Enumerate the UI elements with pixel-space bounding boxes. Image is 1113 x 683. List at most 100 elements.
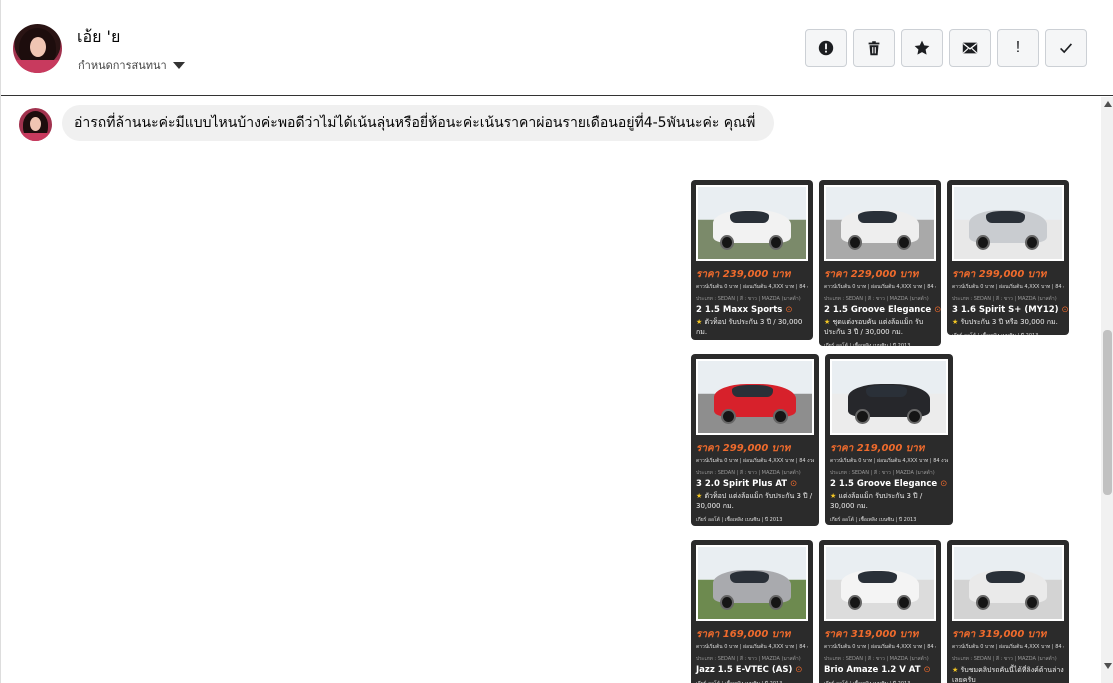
mark-unread-button[interactable]	[949, 29, 991, 67]
car-photo	[696, 545, 808, 621]
car-note: ★ ชุดแต่งรอบคัน แต่งล้อแม็ก รับประกัน 3 …	[824, 317, 936, 337]
mark-done-button[interactable]	[1045, 29, 1087, 67]
car-note-text: รับประกัน 3 ปี หรือ 30,000 กม.	[960, 318, 1058, 326]
star-icon: ★	[952, 666, 961, 674]
car-price: ราคา 299,000 บาท	[696, 443, 791, 454]
car-listing-card[interactable]: ราคา 319,000 บาทดาวน์เริ่มต้น 0 บาท | ผ่…	[819, 540, 941, 683]
star-icon: ★	[830, 492, 839, 500]
car-price: ราคา 219,000 บาท	[830, 443, 925, 454]
car-finance-terms: ดาวน์เริ่มต้น 0 บาท | ผ่อนเริ่มต้น 4,XXX…	[952, 644, 1064, 650]
car-finance-terms: ดาวน์เริ่มต้น 0 บาท | ผ่อนเริ่มต้น 4,XXX…	[696, 284, 808, 290]
car-price: ราคา 229,000 บาท	[824, 269, 919, 280]
verified-check-icon: ⊙	[923, 665, 931, 675]
car-price: ราคา 169,000 บาท	[696, 629, 791, 640]
verified-check-icon: ⊙	[795, 665, 803, 675]
verified-check-icon: ⊙	[934, 305, 941, 315]
car-listing-card[interactable]: ราคา 229,000 บาทดาวน์เริ่มต้น 0 บาท | ผ่…	[819, 180, 941, 346]
car-listing-card[interactable]: ราคา 169,000 บาทดาวน์เริ่มต้น 0 บาท | ผ่…	[691, 540, 813, 683]
car-footer: เกียร์ ออโต้ | เชื้อเพลิง เบนซิน | ปี 20…	[824, 343, 911, 346]
contact-name[interactable]: เอ้ย 'ย	[77, 25, 120, 50]
verified-check-icon: ⊙	[785, 305, 793, 315]
car-finance-terms: ดาวน์เริ่มต้น 0 บาท | ผ่อนเริ่มต้น 4,XXX…	[696, 644, 808, 650]
car-model: 2 1.5 Maxx Sports ⊙	[696, 305, 808, 315]
car-model: 2 1.5 Groove Elegance ⊙	[824, 305, 941, 315]
car-note: ★ แต่งล้อแม็ก รับประกัน 3 ปี / 30,000 กม…	[830, 491, 948, 511]
car-model-text: 3 1.6 Spirit S+ (MY12)	[952, 305, 1062, 315]
car-finance-terms: ดาวน์เริ่มต้น 0 บาท | ผ่อนเริ่มต้น 4,XXX…	[824, 284, 936, 290]
car-model-text: 3 2.0 Spirit Plus AT	[696, 479, 791, 489]
car-note: ★ รับประกัน 3 ปี หรือ 30,000 กม.	[952, 317, 1064, 327]
car-photo	[952, 185, 1064, 261]
car-photo	[824, 185, 936, 261]
exclamation-icon: !	[1015, 39, 1021, 56]
verified-check-icon: ⊙	[1061, 305, 1069, 315]
car-price: ราคา 319,000 บาท	[952, 629, 1047, 640]
car-price: ราคา 319,000 บาท	[824, 629, 919, 640]
caret-down-icon	[172, 61, 185, 69]
car-finance-terms: ดาวน์เริ่มต้น 0 บาท | ผ่อนเริ่มต้น 4,XXX…	[952, 284, 1064, 290]
car-note: ★ ตัวท็อป รับประกัน 3 ปี / 30,000 กม.	[696, 317, 808, 337]
car-photo	[824, 545, 936, 621]
contact-avatar[interactable]	[13, 24, 62, 73]
conversation-settings-dropdown[interactable]: กำหนดการสนทนา	[78, 56, 185, 74]
car-note: ★ รับชมคลิปรถคันนี้ได้ที่ลิงค์ด้านล่างเล…	[952, 665, 1064, 683]
mark-spam-button[interactable]: !	[997, 29, 1039, 67]
trash-icon	[868, 41, 880, 56]
star-icon	[914, 40, 930, 55]
car-model: 2 1.5 Groove Elegance ⊙	[830, 479, 948, 489]
message-thread[interactable]: อ่ารถที่ล้านนะค่ะมีแบบไหนบ้างค่ะพอดีว่าไ…	[1, 97, 1101, 683]
car-listing-card[interactable]: ราคา 219,000 บาท ดาวน์เริ่มต้น 0 บาท | ผ่…	[825, 354, 953, 525]
car-spec: ประเภท : SEDAN | สี : ขาว | MAZDA (มาสด้…	[952, 296, 1057, 302]
car-price: ราคา 299,000 บาท	[952, 269, 1047, 280]
incoming-message-row: อ่ารถที่ล้านนะค่ะมีแบบไหนบ้างค่ะพอดีว่าไ…	[19, 105, 774, 141]
car-price: ราคา 239,000 บาท	[696, 269, 791, 280]
car-listing-card[interactable]: ราคา 239,000 บาทดาวน์เริ่มต้น 0 บาท | ผ่…	[691, 180, 813, 340]
car-model-text: Brio Amaze 1.2 V AT	[824, 665, 924, 675]
scroll-up-arrow-icon[interactable]	[1104, 101, 1112, 107]
car-note-text: ชุดแต่งรอบคัน แต่งล้อแม็ก รับประกัน 3 ปี…	[824, 318, 924, 336]
sender-avatar[interactable]	[19, 108, 52, 141]
car-photo	[696, 185, 808, 261]
car-listing-card[interactable]: ราคา 299,000 บาทดาวน์เริ่มต้น 0 บาท | ผ่…	[947, 180, 1069, 335]
conversation-header: เอ้ย 'ย กำหนดการสนทนา !	[1, 0, 1113, 96]
star-icon: ★	[696, 318, 705, 326]
car-footer: เกียร์ ออโต้ | เชื้อเพลิง เบนซิน | ปี 20…	[830, 517, 917, 523]
report-button[interactable]	[805, 29, 847, 67]
message-bubble[interactable]: อ่ารถที่ล้านนะค่ะมีแบบไหนบ้างค่ะพอดีว่าไ…	[62, 105, 774, 141]
check-icon	[1060, 43, 1073, 54]
star-button[interactable]	[901, 29, 943, 67]
car-model-text: 2 1.5 Groove Elegance	[830, 479, 941, 489]
verified-check-icon: ⊙	[940, 479, 948, 489]
car-listing-card[interactable]: ราคา 299,000 บาทดาวน์เริ่มต้น 0 บาท | ผ่…	[691, 354, 819, 526]
car-spec: ประเภท : SEDAN | สี : ขาว | MAZDA (มาสด้…	[696, 296, 801, 302]
car-spec: ประเภท : SEDAN | สี : ขาว | MAZDA (มาสด้…	[696, 656, 801, 662]
car-footer: เกียร์ ออโต้ | เชื้อเพลิง เบนซิน | ปี 20…	[696, 517, 783, 523]
car-spec: ประเภท : SEDAN | สี : ขาว | MAZDA (มาสด้…	[696, 470, 801, 476]
car-model: 3 2.0 Spirit Plus AT ⊙	[696, 479, 814, 489]
scrollbar-thumb[interactable]	[1103, 330, 1112, 495]
car-footer: เกียร์ ออโต้ | เชื้อเพลิง เบนซิน | ปี 20…	[952, 332, 1064, 335]
star-icon: ★	[696, 492, 705, 500]
car-spec: ประเภท : SEDAN | สี : ขาว | MAZDA (มาสด้…	[830, 470, 935, 476]
car-note-text: ตัวท็อป แต่งล้อแม็ก รับประกัน 3 ปี / 30,…	[696, 492, 813, 510]
exclamation-circle-icon	[818, 40, 834, 56]
delete-button[interactable]	[853, 29, 895, 67]
car-note-text: แต่งล้อแม็ก รับประกัน 3 ปี / 30,000 กม.	[830, 492, 923, 510]
conversation-toolbar: !	[805, 29, 1087, 67]
car-finance-terms: ดาวน์เริ่มต้น 0 บาท | ผ่อนเริ่มต้น 4,XXX…	[824, 644, 936, 650]
car-listing-card[interactable]: ราคา 319,000 บาทดาวน์เริ่มต้น 0 บาท | ผ่…	[947, 540, 1069, 683]
thread-scrollbar[interactable]	[1101, 97, 1113, 683]
car-model-text: 2 1.5 Groove Elegance	[824, 305, 935, 315]
car-finance-terms: ดาวน์เริ่มต้น 0 บาท | ผ่อนเริ่มต้น 4,XXX…	[696, 458, 814, 464]
conversation-settings-label: กำหนดการสนทนา	[78, 59, 167, 72]
car-photo	[952, 545, 1064, 621]
car-photo	[696, 359, 814, 435]
car-model: Jazz 1.5 E-VTEC (AS) ⊙	[696, 665, 808, 675]
car-spec: ประเภท : SEDAN | สี : ขาว | MAZDA (มาสด้…	[824, 296, 929, 302]
car-note: ★ ตัวท็อป แต่งล้อแม็ก รับประกัน 3 ปี / 3…	[696, 491, 814, 511]
car-model-text: 2 1.5 Maxx Sports	[696, 305, 786, 315]
car-model: 3 1.6 Spirit S+ (MY12) ⊙	[952, 305, 1069, 315]
messenger-conversation: เอ้ย 'ย กำหนดการสนทนา ! อ่ารถที่ล้านนะค่…	[0, 0, 1113, 683]
scroll-down-arrow-icon[interactable]	[1104, 663, 1112, 669]
car-spec: ประเภท : SEDAN | สี : ขาว | MAZDA (มาสด้…	[824, 656, 929, 662]
